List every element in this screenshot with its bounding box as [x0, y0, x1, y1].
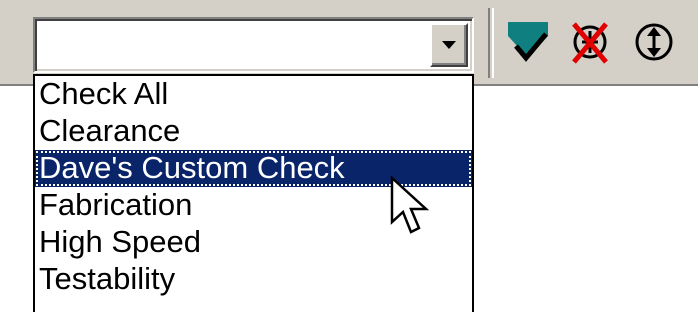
- dropdown-arrow-icon: [442, 41, 456, 49]
- disabled-check-icon: [572, 22, 608, 64]
- run-check-button[interactable]: [500, 14, 556, 70]
- list-item-check-all[interactable]: Check All: [35, 76, 472, 113]
- list-item-testability[interactable]: Testability: [35, 261, 472, 298]
- expand-vertical-icon: [635, 23, 673, 61]
- combobox-dropdown-button[interactable]: [430, 23, 468, 67]
- list-item-clearance[interactable]: Clearance: [35, 113, 472, 150]
- rule-set-combobox[interactable]: [33, 17, 474, 73]
- checkmark-icon: [508, 22, 548, 62]
- clear-check-button[interactable]: [562, 14, 618, 70]
- mouse-pointer-icon: [390, 176, 430, 234]
- toolbar-separator: [488, 8, 494, 78]
- expand-button[interactable]: [626, 14, 682, 70]
